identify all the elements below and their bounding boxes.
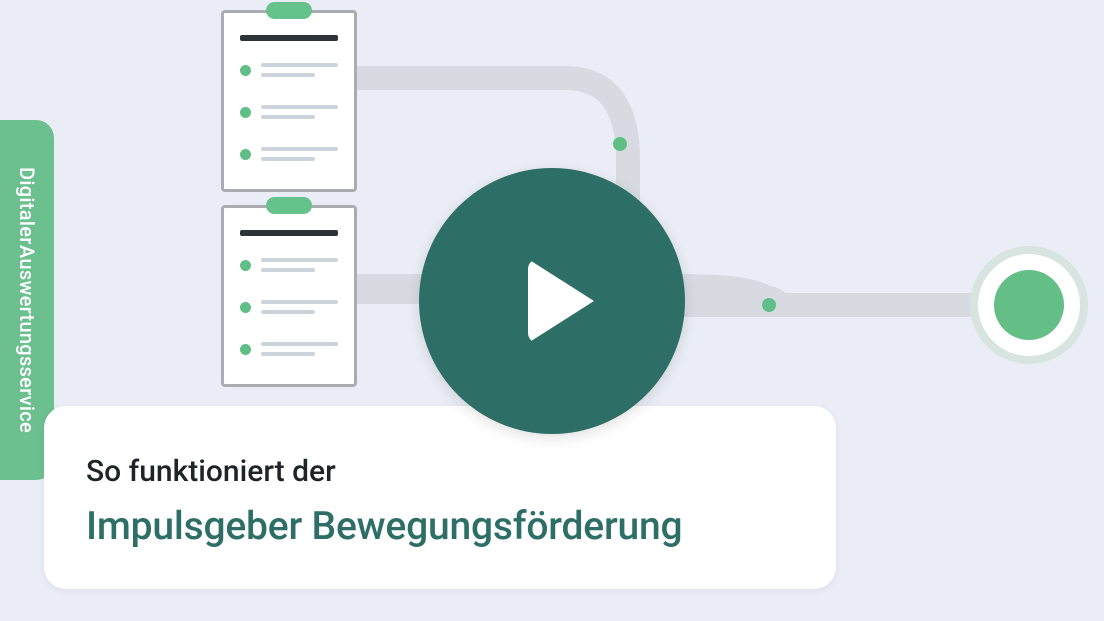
clipboard-text-lines	[261, 258, 338, 272]
flow-node-dot	[762, 298, 776, 312]
bullet-icon	[240, 344, 251, 355]
clipboard-document-2	[221, 205, 357, 387]
clipboard-row	[240, 258, 338, 272]
clipboard-text-lines	[261, 147, 338, 161]
clipboard-row	[240, 147, 338, 161]
clipboard-row	[240, 105, 338, 119]
clipboard-row	[240, 300, 338, 314]
title-lead-text: So funktioniert der	[86, 454, 794, 489]
bullet-icon	[240, 107, 251, 118]
title-main-text: Impulsgeber Bewegungsförderung	[86, 503, 794, 549]
clipboard-title-bar	[240, 230, 338, 236]
bullet-icon	[240, 65, 251, 76]
clipboard-text-lines	[261, 105, 338, 119]
clipboard-clip-icon	[266, 2, 312, 19]
bullet-icon	[240, 260, 251, 271]
destination-dot-icon	[994, 270, 1064, 340]
clipboard-title-bar	[240, 35, 338, 41]
destination-node	[970, 246, 1088, 364]
bullet-icon	[240, 302, 251, 313]
play-button[interactable]	[419, 168, 685, 434]
clipboard-text-lines	[261, 342, 338, 356]
title-card: So funktioniert der Impulsgeber Bewegung…	[44, 406, 836, 589]
clipboard-row	[240, 342, 338, 356]
clipboard-clip-icon	[266, 197, 312, 214]
side-tab-line2: Auswertungsservice	[14, 245, 40, 433]
side-tab-line1: Digitaler	[14, 167, 40, 245]
clipboard-document-1	[221, 10, 357, 192]
clipboard-text-lines	[261, 63, 338, 77]
clipboard-row	[240, 63, 338, 77]
play-icon	[528, 259, 594, 343]
bullet-icon	[240, 149, 251, 160]
flow-node-dot	[613, 137, 627, 151]
destination-ring	[978, 254, 1080, 356]
clipboard-text-lines	[261, 300, 338, 314]
